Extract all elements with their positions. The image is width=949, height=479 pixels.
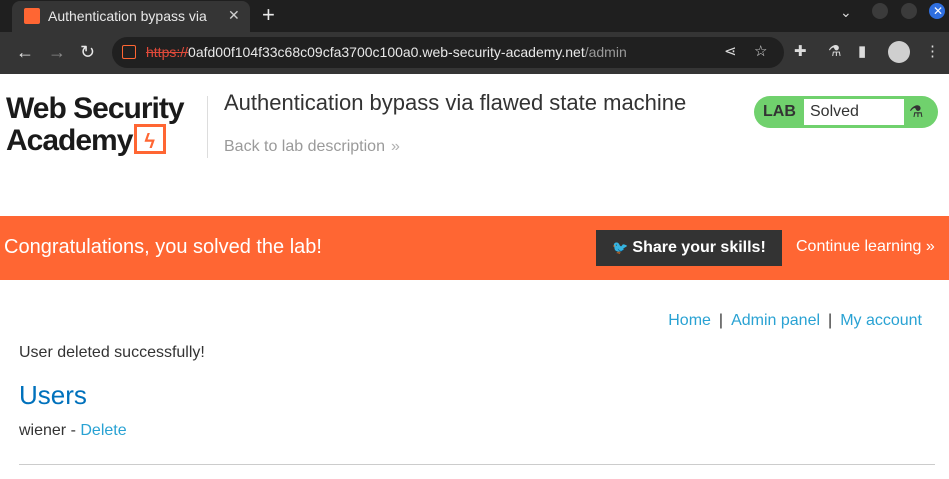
list-item: wiener - Delete [19, 422, 127, 440]
browser-tab-bar: Authentication bypass via ✕ + ⌄ ✕ [0, 0, 949, 32]
share-skills-button[interactable]: 🐦 Share your skills! [596, 230, 782, 266]
nav-separator: | [828, 312, 833, 329]
url-host: 0afd00f104f33c68c09cfa3700c100a0.web-sec… [188, 44, 585, 60]
browser-toolbar: ← → ↻ https://0afd00f104f33c68c09cfa3700… [0, 32, 949, 74]
page-title: Authentication bypass via flawed state m… [224, 90, 687, 115]
congratulations-banner: Congratulations, you solved the lab! 🐦 Sh… [0, 216, 949, 280]
logo-line2: Academy [6, 124, 133, 157]
double-chevron-icon: » [925, 238, 935, 255]
tab-list-chevron-icon[interactable]: ⌄ [840, 4, 852, 21]
extensions-icon[interactable]: ✚ [794, 43, 807, 61]
delete-user-link[interactable]: Delete [80, 422, 126, 439]
page-content: Web Security Academy ϟ Authentication byp… [0, 74, 949, 479]
flask-icon[interactable]: ⚗ [828, 43, 841, 61]
row-separator: - [70, 422, 76, 439]
continue-label: Continue learning [796, 238, 922, 255]
browser-tab[interactable]: Authentication bypass via ✕ [12, 1, 250, 32]
url-text: https://0afd00f104f33c68c09cfa3700c100a0… [146, 44, 627, 60]
back-arrow-icon[interactable]: ← [16, 42, 34, 62]
users-heading: Users [19, 380, 87, 410]
username: wiener [19, 422, 67, 439]
congrats-message: Congratulations, you solved the lab! [4, 236, 322, 258]
logo-line1: Web Security [6, 92, 185, 125]
profile-avatar-icon[interactable] [888, 41, 910, 63]
window-close-icon[interactable]: ✕ [929, 3, 945, 19]
url-path: /admin [584, 44, 627, 60]
twitter-icon: 🐦 [612, 240, 629, 255]
minimize-icon[interactable] [872, 3, 888, 19]
nav-admin-panel-link[interactable]: Admin panel [731, 312, 820, 329]
url-scheme: https:// [146, 44, 189, 60]
lab-status-value: Solved [804, 99, 904, 125]
bookmark-star-icon[interactable]: ☆ [754, 43, 767, 61]
new-tab-icon[interactable]: + [262, 4, 275, 26]
double-chevron-icon: » [390, 138, 400, 155]
back-to-description-link[interactable]: Back to lab description » [224, 138, 400, 156]
divider [207, 96, 208, 158]
logo-bolt-icon: ϟ [134, 124, 167, 154]
tab-close-icon[interactable]: ✕ [228, 7, 240, 24]
back-link-label: Back to lab description [224, 138, 385, 155]
nav-my-account-link[interactable]: My account [840, 312, 922, 329]
favicon-icon [24, 8, 40, 24]
lab-status-badge: LAB Solved ⚗ [754, 96, 938, 128]
forward-arrow-icon[interactable]: → [48, 42, 66, 62]
site-info-icon[interactable] [122, 45, 136, 59]
maximize-icon[interactable] [901, 3, 917, 19]
nav-home-link[interactable]: Home [668, 312, 711, 329]
side-panel-icon[interactable]: ▮ [858, 43, 866, 61]
lab-status-label: LAB [763, 103, 796, 120]
top-nav: Home | Admin panel | My account [668, 312, 922, 330]
academy-logo[interactable]: Web Security Academy ϟ [6, 92, 185, 158]
continue-learning-link[interactable]: Continue learning » [796, 238, 935, 256]
nav-separator: | [718, 312, 724, 329]
address-bar[interactable]: https://0afd00f104f33c68c09cfa3700c100a0… [112, 37, 784, 68]
tab-title: Authentication bypass via [48, 8, 207, 24]
flask-icon: ⚗ [909, 104, 924, 121]
share-icon[interactable]: ⋖ [724, 43, 737, 61]
menu-icon[interactable]: ⋮ [925, 43, 940, 61]
share-button-label: Share your skills! [632, 239, 766, 256]
reload-icon[interactable]: ↻ [80, 42, 95, 62]
divider [19, 464, 935, 465]
status-message: User deleted successfully! [19, 344, 205, 361]
